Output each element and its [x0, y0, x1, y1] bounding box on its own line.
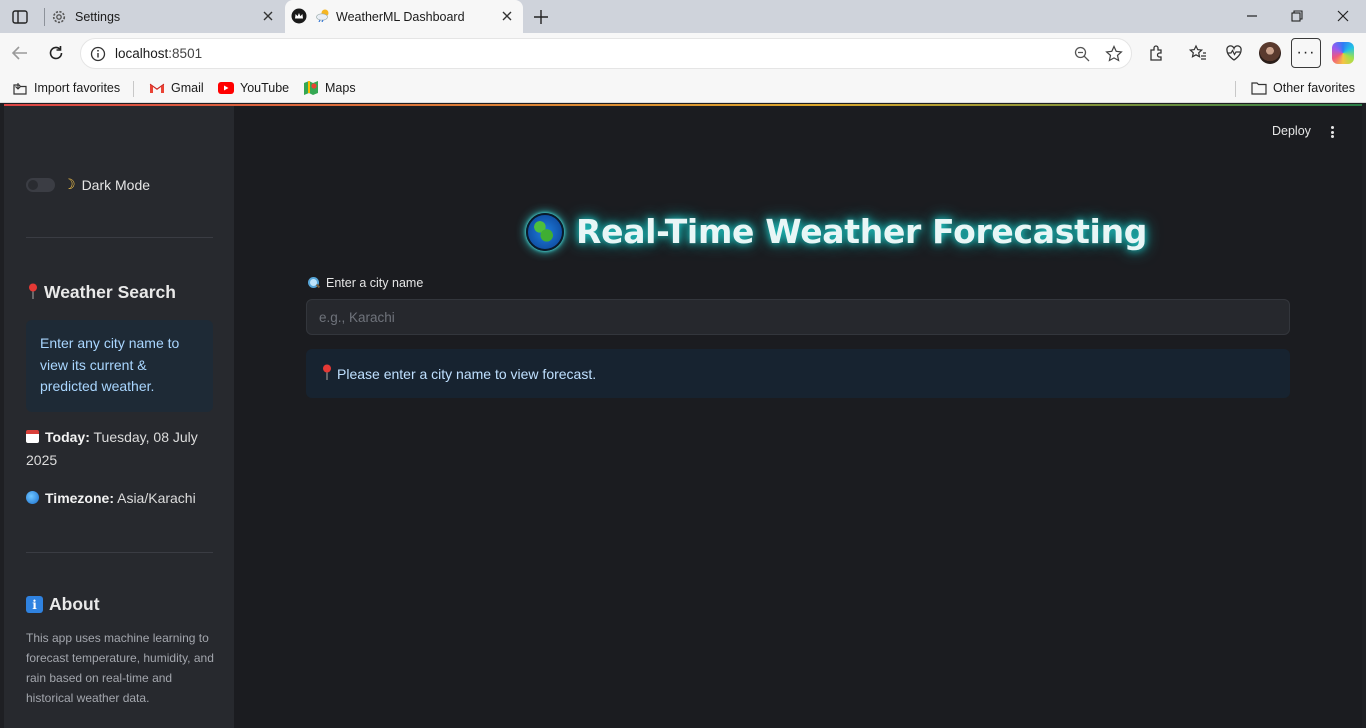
- browser-essentials-icon[interactable]: [1223, 42, 1245, 64]
- search-info-box: Enter any city name to view its current …: [26, 320, 213, 412]
- favorite-label: Gmail: [171, 81, 204, 95]
- streamlit-crown-icon: [291, 8, 307, 24]
- page-title: Real-Time Weather Forecasting: [526, 212, 1147, 251]
- tab-separator: [44, 8, 45, 26]
- city-input[interactable]: [306, 299, 1290, 335]
- dark-mode-toggle-row[interactable]: ☽ Dark Mode: [26, 176, 150, 193]
- minimize-window-button[interactable]: [1240, 5, 1264, 27]
- favorites-bar: Import favorites Gmail YouTube Maps Othe…: [0, 73, 1366, 103]
- timezone-value: Asia/Karachi: [117, 490, 196, 506]
- main-menu-icon[interactable]: [1328, 124, 1336, 140]
- refresh-button[interactable]: [45, 42, 67, 64]
- info-icon: i: [26, 596, 43, 613]
- globe-africa-icon: [526, 212, 564, 251]
- calendar-icon: [26, 430, 39, 443]
- about-text: This app uses machine learning to foreca…: [26, 631, 214, 705]
- url-text[interactable]: localhost:8501: [115, 46, 202, 61]
- pin-icon: [26, 283, 40, 302]
- favorite-maps[interactable]: Maps: [303, 79, 356, 97]
- gmail-icon: [149, 80, 165, 96]
- other-favorites-folder[interactable]: Other favorites: [1251, 79, 1355, 97]
- copilot-icon[interactable]: [1332, 42, 1354, 64]
- tab-title: WeatherML Dashboard: [336, 9, 465, 24]
- magnifier-icon: [308, 277, 320, 289]
- restore-window-button[interactable]: [1285, 5, 1309, 27]
- tab-actions-icon[interactable]: [10, 7, 30, 27]
- search-info-text: Enter any city name to view its current …: [40, 335, 180, 394]
- settings-more-button[interactable]: ···: [1291, 38, 1321, 68]
- other-favorites-label: Other favorites: [1273, 81, 1355, 95]
- maps-icon: [303, 80, 319, 96]
- new-tab-button[interactable]: [530, 6, 552, 28]
- address-bar[interactable]: localhost:8501: [80, 38, 1132, 69]
- back-button[interactable]: [9, 42, 31, 64]
- profile-avatar[interactable]: [1259, 42, 1281, 64]
- url-host: localhost: [115, 46, 169, 61]
- favorite-youtube[interactable]: YouTube: [218, 79, 289, 97]
- address-toolbar: localhost:8501 ···: [0, 33, 1366, 73]
- site-info-icon[interactable]: [89, 45, 107, 63]
- enter-city-alert: Please enter a city name to view forecas…: [306, 349, 1290, 398]
- main-content: Deploy Real-Time Weather Forecasting Ent…: [234, 106, 1362, 728]
- page-title-text: Real-Time Weather Forecasting: [576, 212, 1148, 251]
- favorite-label: YouTube: [240, 81, 290, 95]
- weather-icon: [315, 8, 331, 25]
- weather-search-heading: Weather Search: [26, 282, 176, 303]
- city-input-label: Enter a city name: [308, 276, 423, 290]
- close-tab-icon[interactable]: [499, 8, 515, 24]
- weather-search-title: Weather Search: [44, 282, 176, 302]
- extensions-icon[interactable]: [1146, 42, 1168, 64]
- sidebar-divider: [26, 552, 213, 553]
- city-label-text: Enter a city name: [326, 276, 424, 290]
- tab-weatherml-dashboard[interactable]: WeatherML Dashboard: [285, 0, 523, 33]
- timezone-label: Timezone:: [45, 490, 114, 506]
- tab-settings[interactable]: Settings: [48, 0, 284, 33]
- url-port: :8501: [168, 46, 203, 61]
- folder-icon: [1251, 80, 1267, 96]
- favorite-star-icon[interactable]: [1105, 45, 1123, 63]
- import-icon: [12, 80, 28, 96]
- favorite-label: Import favorites: [34, 81, 121, 95]
- favorite-import[interactable]: Import favorites: [12, 79, 120, 97]
- gear-icon: [51, 9, 67, 25]
- pin-icon: [320, 364, 334, 383]
- about-title: About: [49, 594, 100, 614]
- tab-title: Settings: [75, 9, 121, 24]
- alert-text: Please enter a city name to view forecas…: [337, 365, 597, 382]
- zoom-icon[interactable]: [1073, 45, 1091, 63]
- favorites-separator: [1235, 81, 1236, 97]
- today-label: Today:: [45, 429, 90, 445]
- sidebar: ☽ Dark Mode Weather Search Enter any cit…: [4, 106, 234, 728]
- close-tab-icon[interactable]: [260, 8, 276, 24]
- favorite-label: Maps: [325, 81, 356, 95]
- sidebar-divider: [26, 237, 213, 238]
- timezone-line: Timezone: Asia/Karachi: [26, 487, 216, 510]
- moon-icon: ☽: [63, 176, 76, 192]
- close-window-button[interactable]: [1331, 5, 1355, 27]
- dark-mode-label: Dark Mode: [81, 176, 151, 193]
- globe-icon: [26, 491, 39, 504]
- today-line: Today: Tuesday, 08 July 2025: [26, 426, 216, 472]
- favorites-icon[interactable]: [1187, 42, 1209, 64]
- deploy-button[interactable]: Deploy: [1272, 124, 1311, 138]
- youtube-icon: [218, 80, 234, 96]
- about-heading: i About: [26, 594, 100, 615]
- dark-mode-toggle[interactable]: [26, 177, 55, 192]
- app-viewport: ☽ Dark Mode Weather Search Enter any cit…: [4, 104, 1362, 728]
- favorite-gmail[interactable]: Gmail: [149, 79, 204, 97]
- browser-tab-bar: Settings WeatherML Dashboard: [0, 0, 1366, 33]
- favorites-separator: [133, 81, 134, 97]
